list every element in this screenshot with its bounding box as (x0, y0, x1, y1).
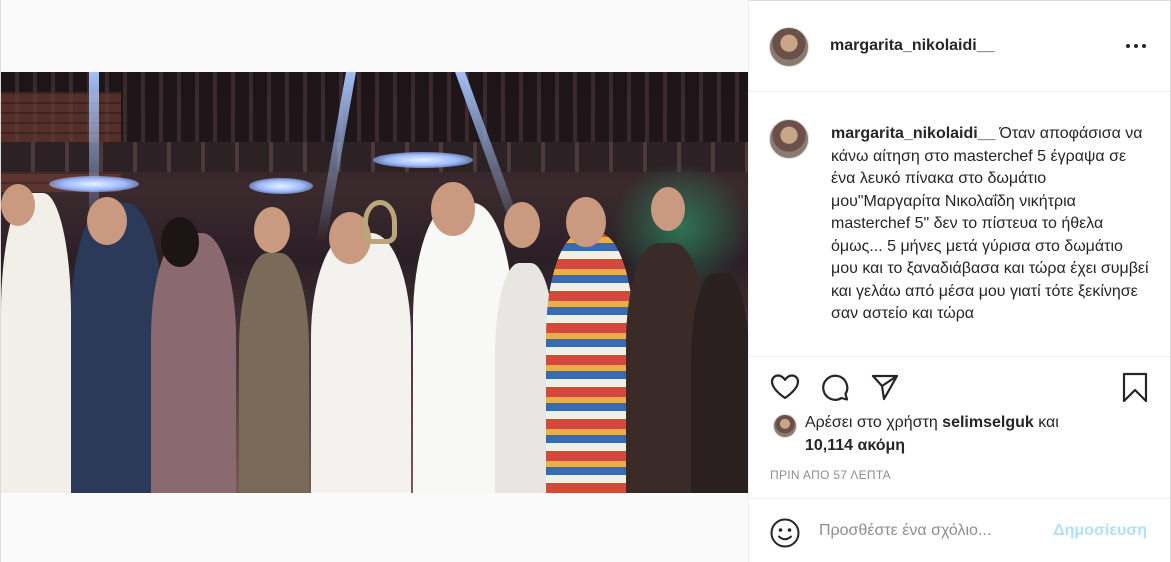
comment-input[interactable] (819, 519, 1039, 543)
comment-icon[interactable] (819, 371, 851, 403)
person (239, 253, 309, 493)
person (71, 203, 163, 493)
person-head (504, 202, 540, 248)
likes-prefix: Αρέσει στο χρήστη (805, 414, 938, 431)
heart-icon[interactable] (769, 371, 801, 403)
likes-count[interactable]: 10,114 ακόμη (805, 437, 905, 455)
share-icon[interactable] (869, 371, 901, 403)
person (1, 193, 71, 493)
person (691, 273, 749, 493)
stage-lamp (249, 178, 313, 194)
bookmark-icon[interactable] (1119, 371, 1151, 403)
post-comment-button[interactable]: Δημοσίευση (1053, 522, 1147, 540)
comment-bar: Δημοσίευση (749, 498, 1170, 562)
person-head (566, 197, 606, 247)
caption-username[interactable]: margarita_nikolaidi__ (831, 125, 996, 142)
dot (1142, 44, 1146, 48)
person-head (87, 197, 127, 245)
person-head (254, 207, 290, 253)
header-username[interactable]: margarita_nikolaidi__ (830, 37, 995, 55)
likes-conjunction: και (1038, 414, 1059, 431)
person-head (431, 182, 475, 236)
liker-username[interactable]: selimselguk (942, 414, 1034, 431)
dot (1126, 44, 1130, 48)
person-head (651, 187, 685, 231)
caption-area[interactable]: margarita_nikolaidi__ Όταν αποφάσισα να κ… (749, 93, 1170, 355)
post-timestamp[interactable]: ΠΡΙΝ ΑΠΟ 57 ΛΕΠΤΑ (770, 468, 891, 482)
caption-avatar[interactable] (769, 119, 809, 159)
dot (1134, 44, 1138, 48)
trophy (363, 200, 397, 244)
person (546, 233, 634, 493)
caption-text: Όταν αποφάσισα να κάνω αίτηση στο master… (831, 125, 1149, 322)
person (311, 233, 411, 493)
avatar[interactable] (769, 27, 809, 67)
caption: margarita_nikolaidi__ Όταν αποφάσισα να κ… (831, 123, 1153, 326)
person-head (161, 217, 199, 267)
emoji-icon[interactable] (769, 517, 801, 549)
more-options-icon[interactable] (1126, 39, 1146, 53)
likes-line: Αρέσει στο χρήστη selimselguk και (805, 414, 1059, 432)
post-sidebar: margarita_nikolaidi__ margarita_nikolaid… (748, 0, 1171, 562)
action-bar (749, 356, 1170, 416)
liker-avatar[interactable] (773, 414, 797, 438)
post-photo[interactable] (1, 72, 749, 493)
person (151, 233, 236, 493)
person-head (1, 184, 35, 226)
stage-lamp (373, 152, 473, 168)
post-header: margarita_nikolaidi__ (749, 1, 1170, 92)
stage-lamp (49, 176, 139, 192)
media-pane (0, 0, 749, 562)
likes-summary[interactable]: Αρέσει στο χρήστη selimselguk και 10,114… (773, 414, 1153, 460)
